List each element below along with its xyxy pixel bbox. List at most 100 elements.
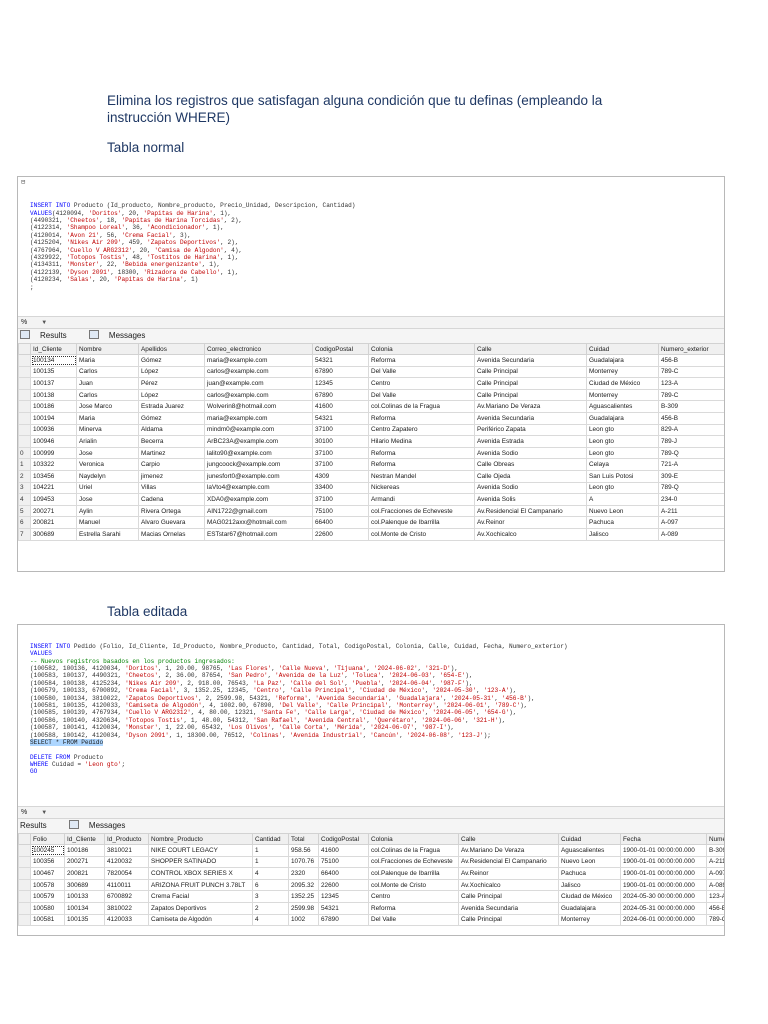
table-row[interactable]: 100194 Maria Gómez maria@example.com 54321 Re… [18, 411, 724, 425]
table-cell[interactable]: B-309 [658, 400, 724, 413]
query-editor[interactable]: ⊟ INSERT INTO Producto (Id_producto, Nom… [18, 177, 724, 316]
table-cell[interactable]: Calle Principal [474, 388, 587, 402]
table-row[interactable]: 100467 200821 7820054 CONTROL XBOX SERIES X… [18, 867, 724, 880]
tab-messages[interactable]: Messages [68, 820, 135, 830]
column-header[interactable]: Folio [30, 833, 65, 845]
table-cell[interactable]: 100356 [30, 855, 65, 869]
table-cell[interactable]: A-211 [706, 855, 724, 869]
table-cell[interactable]: Calle Principal [474, 365, 587, 379]
query-editor[interactable]: INSERT INTO Pedido (Folio, Id_Cliente, I… [18, 625, 724, 806]
table-cell[interactable]: 789-C [658, 365, 724, 379]
row-number-cell[interactable]: 5 [18, 504, 31, 518]
table-cell[interactable]: Reforma [368, 446, 475, 460]
table-cell[interactable]: Leon gto [586, 423, 659, 437]
table-cell[interactable]: 789-C [706, 913, 724, 927]
tab-results[interactable]: Results [20, 330, 77, 340]
table-cell[interactable]: Reforma [368, 354, 475, 367]
tab-messages[interactable]: Messages [88, 330, 155, 340]
table-cell[interactable]: A-097 [706, 867, 724, 880]
table-cell[interactable]: Estrada Juarez [138, 400, 205, 413]
column-header[interactable]: Calle [458, 833, 559, 845]
table-cell[interactable]: A-097 [658, 516, 724, 529]
table-row[interactable]: 4 109453 Jose Cadena XDA0@example.com 37100 Ar… [18, 493, 724, 506]
row-number-cell[interactable]: 7 [18, 527, 31, 541]
table-row[interactable]: 100135 Carlos López carlos@example.com 67890… [18, 365, 724, 379]
table-row[interactable]: 100946 Arialin Becerra ArBC23A@example.com 3… [18, 435, 724, 448]
table-cell[interactable]: 958.56 [288, 844, 319, 857]
column-header[interactable]: Cuidad [586, 343, 659, 355]
table-cell[interactable]: 54321 [312, 411, 369, 425]
collapse-icon[interactable]: ⊟ [21, 179, 25, 187]
table-cell[interactable]: carlos@example.com [204, 365, 313, 379]
table-cell[interactable]: Del Valle [368, 365, 475, 379]
table-cell[interactable]: Hilario Medina [368, 435, 475, 448]
table-cell[interactable]: Avenida Solis [474, 493, 587, 506]
table-row[interactable]: 100581 100135 4120033 Camiseta de Algodón 4 1… [18, 913, 724, 927]
table-cell[interactable]: ESTstar67@hotmail.com [204, 527, 313, 541]
table-row[interactable]: 100138 Carlos López carlos@example.com 67890… [18, 388, 724, 402]
table-cell[interactable]: jungcoock@example.com [204, 458, 313, 471]
table-cell[interactable]: Centro Zapatero [368, 423, 475, 437]
row-number-cell[interactable]: 6 [18, 516, 31, 529]
table-cell[interactable]: 300689 [64, 878, 105, 892]
table-row[interactable]: 7 300689 Estrella Sarahi Macias Ornelas ESTs… [18, 527, 724, 541]
table-cell[interactable]: juan@example.com [204, 377, 313, 390]
table-cell[interactable]: col.Fracciones de Echeveste [368, 855, 459, 869]
table-cell[interactable]: 37100 [312, 493, 369, 506]
table-cell[interactable]: Celaya [586, 458, 659, 471]
table-row[interactable]: 6 200821 Manuel Alvaro Guevara MAG0212axx@ho… [18, 516, 724, 529]
chevron-down-icon[interactable]: ▼ [41, 318, 47, 329]
table-cell[interactable]: 100999 [30, 446, 77, 460]
table-cell[interactable]: Monterrey [586, 365, 659, 379]
table-cell[interactable]: 1 [252, 855, 289, 869]
row-number-cell[interactable] [18, 423, 31, 437]
tab-results[interactable]: Results [20, 821, 57, 830]
table-cell[interactable]: Aldama [138, 423, 205, 437]
table-cell[interactable]: Leon gto [586, 435, 659, 448]
table-cell[interactable]: 7820054 [104, 867, 149, 880]
table-cell[interactable]: López [138, 365, 205, 379]
table-cell[interactable]: 829-A [658, 423, 724, 437]
table-cell[interactable]: 456-B [658, 411, 724, 425]
table-cell[interactable]: Periférico Zapata [474, 423, 587, 437]
table-cell[interactable]: 67890 [312, 365, 369, 379]
table-cell[interactable]: Carpio [138, 458, 205, 471]
table-cell[interactable]: maria@example.com [204, 354, 313, 367]
table-cell[interactable]: junesfort0@example.com [204, 469, 313, 483]
column-header[interactable]: Numero_exterior [706, 833, 724, 845]
table-cell[interactable]: Guadalajara [558, 901, 621, 915]
table-cell[interactable]: Calle Obreas [474, 458, 587, 471]
table-cell[interactable]: 200271 [30, 504, 77, 518]
table-cell[interactable]: 2095.32 [288, 878, 319, 892]
table-cell[interactable]: 2320 [288, 867, 319, 880]
table-cell[interactable]: 6 [252, 878, 289, 892]
table-cell[interactable]: 22600 [318, 878, 369, 892]
table-cell[interactable]: Minerva [76, 423, 139, 437]
table-row[interactable]: 3 104221 Uriel Villas laVto4@example.com 3340… [18, 481, 724, 495]
row-number-cell[interactable] [18, 365, 31, 379]
table-cell[interactable]: col.Colinas de la Fragua [368, 844, 459, 857]
table-row[interactable]: 100356 200271 4120032 SHOPPER SATINADO 1 1070… [18, 855, 724, 869]
table-row[interactable]: 100580 100134 3810022 Zapatos Deportivos 2 25… [18, 901, 724, 915]
column-header[interactable]: CodigoPostal [318, 833, 369, 845]
table-cell[interactable]: 100133 [64, 890, 105, 903]
table-cell[interactable]: Becerra [138, 435, 205, 448]
column-header[interactable]: Id_Cliente [64, 833, 105, 845]
column-header[interactable]: Total [288, 833, 319, 845]
table-cell[interactable]: 789-Q [658, 481, 724, 495]
table-cell[interactable]: laVto4@example.com [204, 481, 313, 495]
table-cell[interactable]: 67890 [318, 913, 369, 927]
table-cell[interactable]: Calle Principal [458, 913, 559, 927]
table-cell[interactable]: López [138, 388, 205, 402]
chevron-down-icon[interactable]: ▼ [41, 808, 47, 819]
table-cell[interactable]: 200821 [64, 867, 105, 880]
table-cell[interactable]: 100135 [64, 913, 105, 927]
table-cell[interactable]: Reforma [368, 458, 475, 471]
table-cell[interactable]: Uriel [76, 481, 139, 495]
table-cell[interactable]: 300689 [30, 527, 77, 541]
table-cell[interactable]: 103322 [30, 458, 77, 471]
table-cell[interactable]: 100936 [30, 423, 77, 437]
row-number-cell[interactable] [18, 377, 31, 390]
table-cell[interactable]: 100194 [30, 411, 77, 425]
column-header[interactable]: Nombre [76, 343, 139, 355]
